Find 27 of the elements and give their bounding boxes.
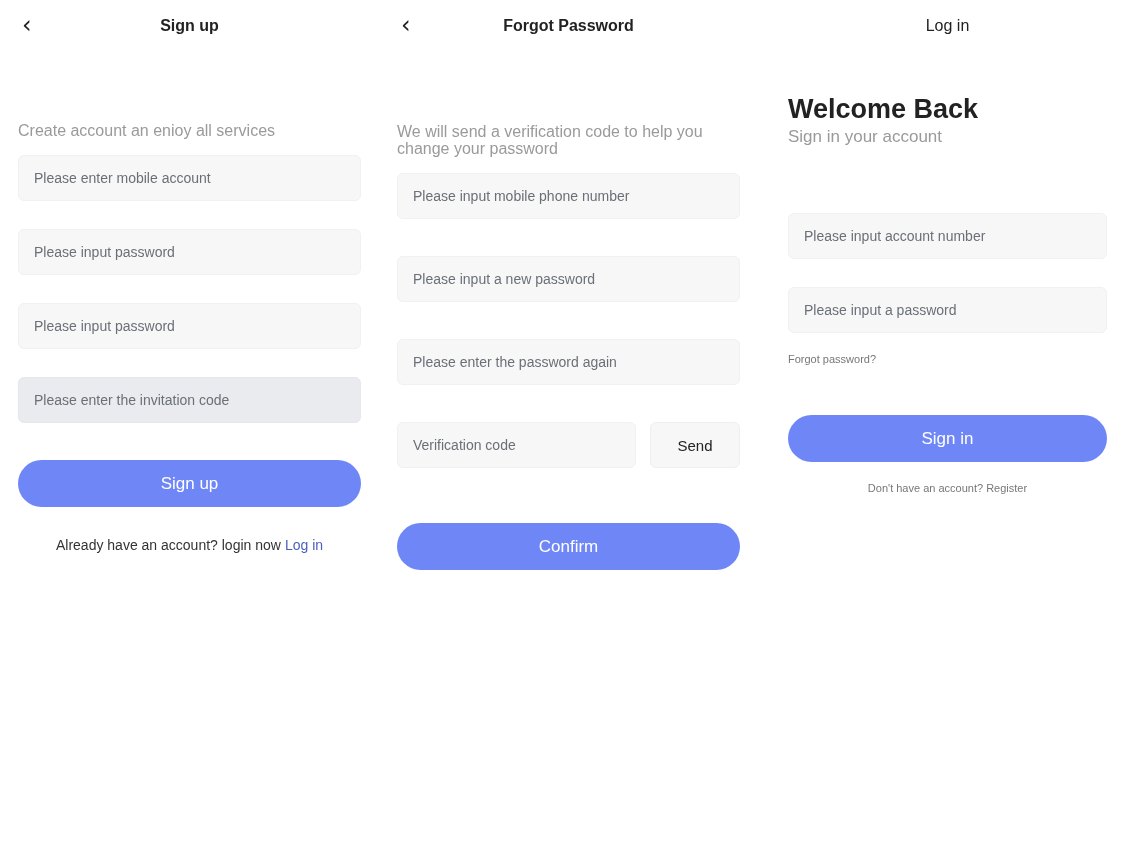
subtitle: We will send a verification code to help you change your password: [397, 123, 704, 157]
input-field[interactable]: Please enter the invitation code: [18, 377, 361, 423]
screen-title: Log in: [925, 17, 970, 35]
back-button[interactable]: ‹: [397, 12, 415, 38]
input-field[interactable]: Please input password: [18, 303, 361, 349]
send-button[interactable]: Send: [650, 422, 740, 468]
register-link[interactable]: Don't have an account? Register: [867, 482, 1028, 494]
forgot-password-link[interactable]: Forgot password?: [788, 353, 877, 365]
screen-title: Sign up: [160, 17, 219, 35]
input-field[interactable]: Please enter mobile account: [18, 155, 361, 201]
welcome-heading: Welcome Back: [788, 94, 980, 125]
sign-in-button[interactable]: Sign in: [788, 415, 1107, 462]
log-in-link[interactable]: Log in: [284, 537, 324, 553]
subtitle: Sign in your account: [788, 128, 944, 145]
verification-code-field[interactable]: Verification code: [397, 422, 636, 468]
footer-text: Already have an account? login now: [55, 537, 281, 553]
sign-up-button[interactable]: Sign up: [18, 460, 361, 507]
input-field[interactable]: Please enter the password again: [397, 339, 740, 385]
screen-title: Forgot Password: [503, 17, 634, 35]
input-field[interactable]: Please input mobile phone number: [397, 173, 740, 219]
subtitle: Create account an enioy all services: [18, 122, 277, 139]
input-field[interactable]: Please input a new password: [397, 256, 740, 302]
input-field[interactable]: Please input password: [18, 229, 361, 275]
back-button[interactable]: ‹: [18, 12, 36, 38]
confirm-button[interactable]: Confirm: [397, 523, 740, 570]
input-field[interactable]: Please input account number: [788, 213, 1107, 259]
input-field[interactable]: Please input a password: [788, 287, 1107, 333]
